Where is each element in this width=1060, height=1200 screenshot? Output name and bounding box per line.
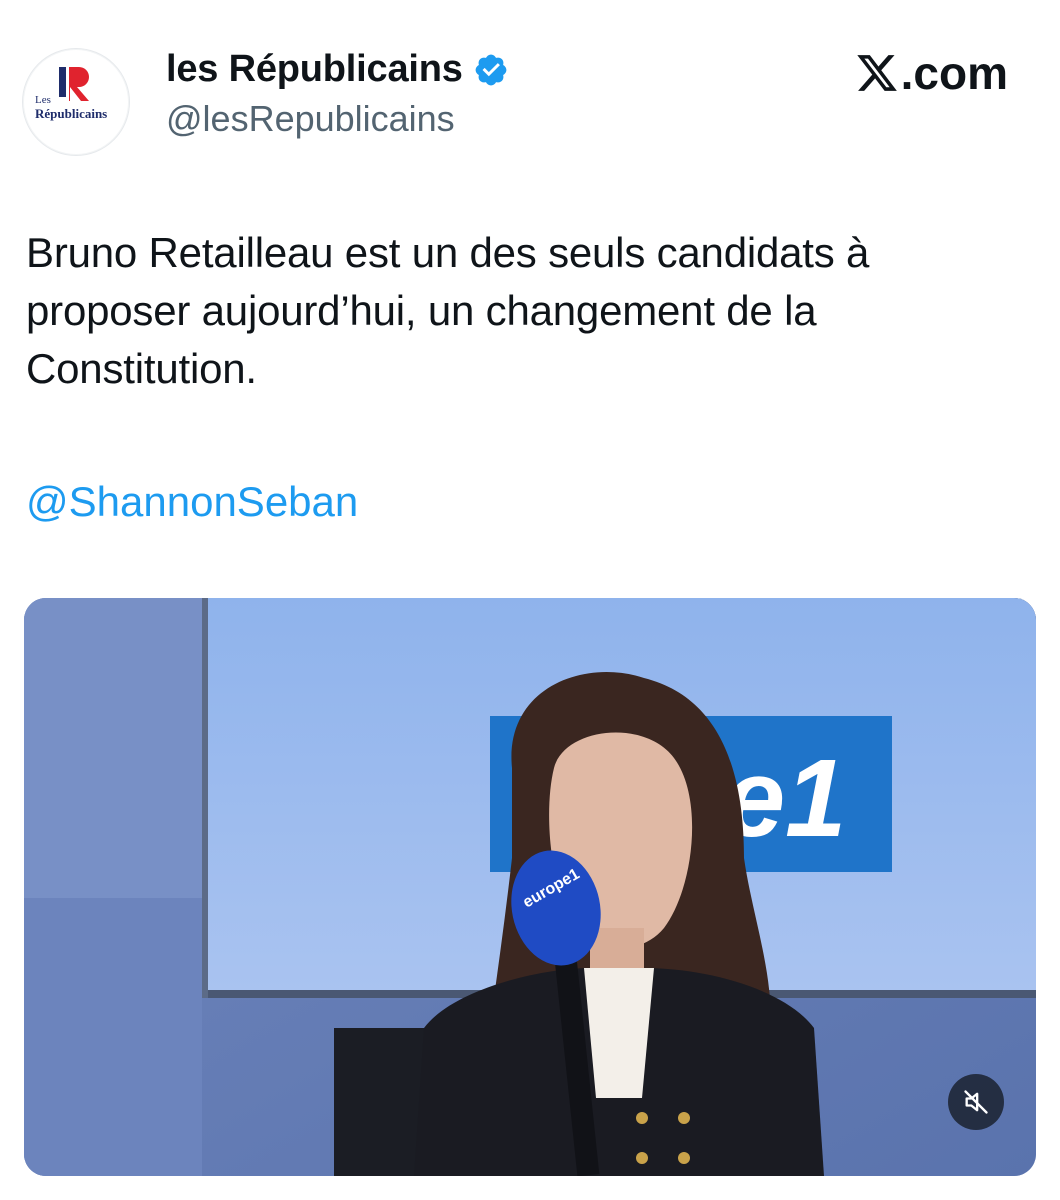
les-republicains-logo-icon: Les Républicains	[35, 67, 107, 121]
tweet-card: Les Républicains les Républicains @lesRe…	[0, 0, 1060, 1200]
x-logo-icon	[855, 51, 899, 95]
avatar[interactable]: Les Républicains	[22, 48, 130, 156]
svg-text:Les: Les	[35, 94, 51, 106]
site-brand: .com	[855, 46, 1008, 100]
site-label: .com	[900, 47, 1008, 99]
muted-speaker-icon	[964, 1090, 988, 1114]
author-handle[interactable]: @lesRepublicains	[166, 98, 455, 140]
video-player[interactable]: e1 europe1	[24, 598, 1036, 1176]
author-display-name[interactable]: les Républicains	[166, 48, 463, 91]
mention-link[interactable]: @ShannonSeban	[26, 478, 358, 526]
verified-badge-icon	[473, 52, 509, 88]
mute-button[interactable]	[948, 1074, 1004, 1130]
tweet-text: Bruno Retailleau est un des seuls candid…	[26, 229, 870, 392]
author-name-row[interactable]: les Républicains	[166, 48, 509, 91]
svg-text:Républicains: Républicains	[35, 106, 107, 121]
video-frame: e1 europe1	[24, 598, 1036, 1176]
